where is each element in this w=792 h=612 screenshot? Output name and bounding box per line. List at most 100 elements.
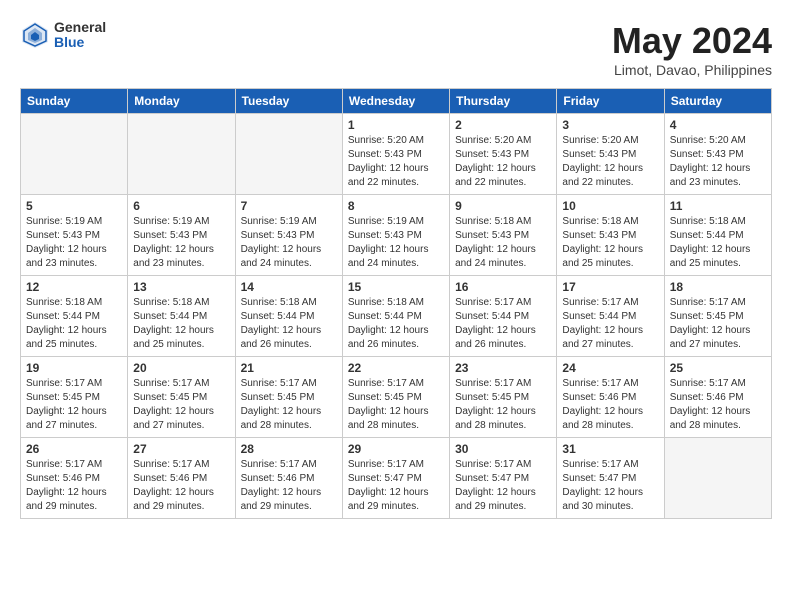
day-info: Sunrise: 5:19 AM Sunset: 5:43 PM Dayligh… — [133, 215, 229, 271]
day-number: 26 — [26, 442, 122, 456]
calendar-week-row: 5 Sunrise: 5:19 AM Sunset: 5:43 PM Daylig… — [21, 195, 772, 276]
calendar-table: SundayMondayTuesdayWednesdayThursdayFrid… — [20, 88, 772, 519]
calendar-day-cell: 17 Sunrise: 5:17 AM Sunset: 5:44 PM Dayli… — [557, 276, 664, 357]
day-number: 17 — [562, 280, 658, 294]
day-info: Sunrise: 5:18 AM Sunset: 5:44 PM Dayligh… — [133, 296, 229, 352]
logo-text: General Blue — [54, 20, 106, 51]
weekday-header: Friday — [557, 89, 664, 114]
logo-blue: Blue — [54, 35, 106, 50]
calendar-day-cell — [664, 438, 771, 519]
calendar-day-cell: 26 Sunrise: 5:17 AM Sunset: 5:46 PM Dayli… — [21, 438, 128, 519]
day-info: Sunrise: 5:17 AM Sunset: 5:44 PM Dayligh… — [455, 296, 551, 352]
day-number: 28 — [241, 442, 337, 456]
day-number: 3 — [562, 118, 658, 132]
calendar-day-cell: 29Sunrise: 5:17 AM Sunset: 5:47 PM Dayli… — [342, 438, 449, 519]
calendar-day-cell: 30Sunrise: 5:17 AM Sunset: 5:47 PM Dayli… — [450, 438, 557, 519]
day-info: Sunrise: 5:18 AM Sunset: 5:43 PM Dayligh… — [562, 215, 658, 271]
calendar-day-cell: 3 Sunrise: 5:20 AM Sunset: 5:43 PM Daylig… — [557, 114, 664, 195]
day-info: Sunrise: 5:20 AM Sunset: 5:43 PM Dayligh… — [455, 134, 551, 190]
calendar-day-cell — [21, 114, 128, 195]
day-number: 14 — [241, 280, 337, 294]
day-number: 24 — [562, 361, 658, 375]
day-number: 22 — [348, 361, 444, 375]
calendar-day-cell: 6Sunrise: 5:19 AM Sunset: 5:43 PM Daylig… — [128, 195, 235, 276]
day-number: 31 — [562, 442, 658, 456]
calendar-day-cell: 13 Sunrise: 5:18 AM Sunset: 5:44 PM Dayli… — [128, 276, 235, 357]
day-info: Sunrise: 5:17 AM Sunset: 5:45 PM Dayligh… — [133, 377, 229, 433]
calendar-page: General Blue May 2024 Limot, Davao, Phil… — [0, 0, 792, 612]
calendar-day-cell — [235, 114, 342, 195]
day-number: 1 — [348, 118, 444, 132]
day-info: Sunrise: 5:18 AM Sunset: 5:44 PM Dayligh… — [241, 296, 337, 352]
day-number: 21 — [241, 361, 337, 375]
calendar-day-cell: 19Sunrise: 5:17 AM Sunset: 5:45 PM Dayli… — [21, 357, 128, 438]
day-number: 13 — [133, 280, 229, 294]
day-info: Sunrise: 5:18 AM Sunset: 5:44 PM Dayligh… — [348, 296, 444, 352]
day-info: Sunrise: 5:17 AM Sunset: 5:46 PM Dayligh… — [670, 377, 766, 433]
day-info: Sunrise: 5:17 AM Sunset: 5:46 PM Dayligh… — [241, 458, 337, 514]
day-info: Sunrise: 5:18 AM Sunset: 5:44 PM Dayligh… — [26, 296, 122, 352]
day-number: 2 — [455, 118, 551, 132]
day-number: 27 — [133, 442, 229, 456]
day-info: Sunrise: 5:19 AM Sunset: 5:43 PM Dayligh… — [241, 215, 337, 271]
calendar-day-cell: 8 Sunrise: 5:19 AM Sunset: 5:43 PM Daylig… — [342, 195, 449, 276]
day-info: Sunrise: 5:19 AM Sunset: 5:43 PM Dayligh… — [26, 215, 122, 271]
day-number: 23 — [455, 361, 551, 375]
calendar-day-cell: 31 Sunrise: 5:17 AM Sunset: 5:47 PM Dayli… — [557, 438, 664, 519]
day-number: 12 — [26, 280, 122, 294]
day-number: 4 — [670, 118, 766, 132]
day-info: Sunrise: 5:17 AM Sunset: 5:46 PM Dayligh… — [26, 458, 122, 514]
day-info: Sunrise: 5:17 AM Sunset: 5:47 PM Dayligh… — [348, 458, 444, 514]
calendar-week-row: 26 Sunrise: 5:17 AM Sunset: 5:46 PM Dayli… — [21, 438, 772, 519]
day-info: Sunrise: 5:20 AM Sunset: 5:43 PM Dayligh… — [670, 134, 766, 190]
day-number: 11 — [670, 199, 766, 213]
day-info: Sunrise: 5:19 AM Sunset: 5:43 PM Dayligh… — [348, 215, 444, 271]
calendar-day-cell: 15 Sunrise: 5:18 AM Sunset: 5:44 PM Dayli… — [342, 276, 449, 357]
calendar-week-row: 12 Sunrise: 5:18 AM Sunset: 5:44 PM Dayli… — [21, 276, 772, 357]
month-title: May 2024 — [612, 20, 772, 62]
calendar-day-cell: 9Sunrise: 5:18 AM Sunset: 5:43 PM Daylig… — [450, 195, 557, 276]
logo: General Blue — [20, 20, 106, 51]
day-info: Sunrise: 5:20 AM Sunset: 5:43 PM Dayligh… — [562, 134, 658, 190]
weekday-header: Tuesday — [235, 89, 342, 114]
calendar-day-cell: 25 Sunrise: 5:17 AM Sunset: 5:46 PM Dayli… — [664, 357, 771, 438]
calendar-day-cell: 16 Sunrise: 5:17 AM Sunset: 5:44 PM Dayli… — [450, 276, 557, 357]
day-info: Sunrise: 5:17 AM Sunset: 5:46 PM Dayligh… — [562, 377, 658, 433]
calendar-week-row: 1 Sunrise: 5:20 AM Sunset: 5:43 PM Daylig… — [21, 114, 772, 195]
day-number: 7 — [241, 199, 337, 213]
day-number: 9 — [455, 199, 551, 213]
calendar-day-cell: 21 Sunrise: 5:17 AM Sunset: 5:45 PM Dayli… — [235, 357, 342, 438]
calendar-day-cell: 10Sunrise: 5:18 AM Sunset: 5:43 PM Dayli… — [557, 195, 664, 276]
calendar-day-cell: 27Sunrise: 5:17 AM Sunset: 5:46 PM Dayli… — [128, 438, 235, 519]
day-number: 18 — [670, 280, 766, 294]
day-number: 16 — [455, 280, 551, 294]
day-number: 8 — [348, 199, 444, 213]
header: General Blue May 2024 Limot, Davao, Phil… — [20, 20, 772, 78]
day-info: Sunrise: 5:17 AM Sunset: 5:44 PM Dayligh… — [562, 296, 658, 352]
day-number: 20 — [133, 361, 229, 375]
logo-general: General — [54, 20, 106, 35]
day-info: Sunrise: 5:18 AM Sunset: 5:44 PM Dayligh… — [670, 215, 766, 271]
calendar-day-cell: 14 Sunrise: 5:18 AM Sunset: 5:44 PM Dayli… — [235, 276, 342, 357]
location-subtitle: Limot, Davao, Philippines — [612, 62, 772, 78]
day-info: Sunrise: 5:17 AM Sunset: 5:47 PM Dayligh… — [562, 458, 658, 514]
day-number: 25 — [670, 361, 766, 375]
calendar-day-cell: 24 Sunrise: 5:17 AM Sunset: 5:46 PM Dayli… — [557, 357, 664, 438]
calendar-day-cell: 18Sunrise: 5:17 AM Sunset: 5:45 PM Dayli… — [664, 276, 771, 357]
weekday-header: Saturday — [664, 89, 771, 114]
day-number: 15 — [348, 280, 444, 294]
day-info: Sunrise: 5:17 AM Sunset: 5:47 PM Dayligh… — [455, 458, 551, 514]
calendar-day-cell: 5 Sunrise: 5:19 AM Sunset: 5:43 PM Daylig… — [21, 195, 128, 276]
day-info: Sunrise: 5:17 AM Sunset: 5:45 PM Dayligh… — [455, 377, 551, 433]
day-info: Sunrise: 5:17 AM Sunset: 5:45 PM Dayligh… — [241, 377, 337, 433]
calendar-day-cell: 12 Sunrise: 5:18 AM Sunset: 5:44 PM Dayli… — [21, 276, 128, 357]
day-number: 5 — [26, 199, 122, 213]
calendar-day-cell: 28 Sunrise: 5:17 AM Sunset: 5:46 PM Dayli… — [235, 438, 342, 519]
day-number: 19 — [26, 361, 122, 375]
weekday-header: Monday — [128, 89, 235, 114]
weekday-header: Thursday — [450, 89, 557, 114]
calendar-day-cell: 7 Sunrise: 5:19 AM Sunset: 5:43 PM Daylig… — [235, 195, 342, 276]
title-section: May 2024 Limot, Davao, Philippines — [612, 20, 772, 78]
calendar-day-cell: 20 Sunrise: 5:17 AM Sunset: 5:45 PM Dayli… — [128, 357, 235, 438]
weekday-header: Wednesday — [342, 89, 449, 114]
